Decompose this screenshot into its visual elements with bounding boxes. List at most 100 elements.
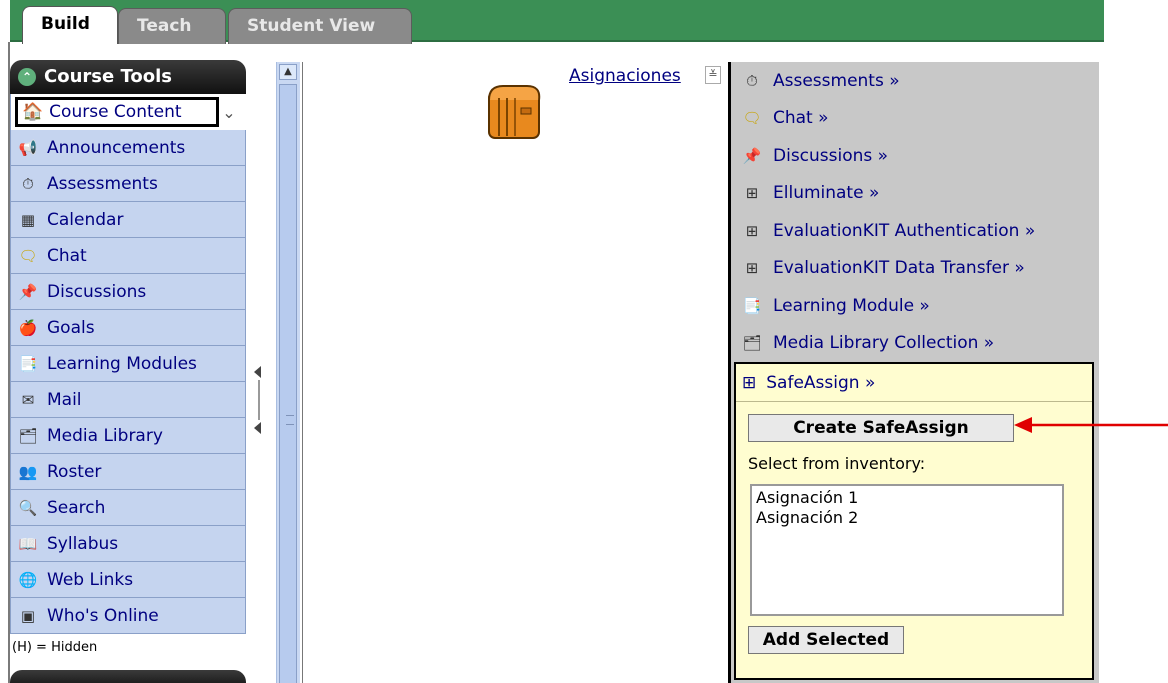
tab-student-view[interactable]: Student View (228, 8, 412, 44)
add-item-label: Discussions » (773, 145, 889, 166)
collapse-left-icon[interactable] (254, 366, 261, 378)
add-content-panel: ⏱ Assessments » 🗨 Chat » 📌 Discussions »… (731, 62, 1099, 683)
add-item-discussions[interactable]: 📌 Discussions » (731, 137, 1099, 175)
course-tools-header[interactable]: ⌃ Course Tools (10, 60, 246, 94)
sidebar-item-media-library[interactable]: 🗂 Media Library (10, 418, 246, 454)
sidebar-item-label: Media Library (47, 425, 163, 446)
add-item-label: Assessments » (773, 70, 900, 91)
panel-collapse-control[interactable] (254, 362, 266, 382)
course-content-label: Course Content (49, 102, 182, 122)
add-item-label: Media Library Collection » (773, 333, 995, 354)
sidebar-item-label: Web Links (47, 569, 134, 590)
add-item-label: Chat » (773, 108, 829, 129)
tab-bar-edge (0, 0, 10, 42)
next-section-header[interactable] (10, 670, 246, 683)
sidebar-item-chat[interactable]: 🗨 Chat (10, 238, 246, 274)
course-content-row: 🏠 Course Content ⌄ (10, 94, 246, 130)
add-item-label: EvaluationKIT Data Transfer » (773, 258, 1025, 279)
announcements-icon: 📢 (18, 138, 38, 157)
sidebar-item-calendar[interactable]: ▦ Calendar (10, 202, 246, 238)
chevron-down-icon[interactable]: ⌄ (219, 103, 239, 122)
tab-build[interactable]: Build (22, 6, 118, 44)
folder-icon[interactable] (483, 78, 547, 142)
add-item-chat[interactable]: 🗨 Chat » (731, 100, 1099, 138)
chat-icon: 🗨 (18, 246, 38, 265)
folder-menu-icon[interactable]: ≚ (705, 66, 721, 84)
sidebar-item-label: Who's Online (47, 605, 159, 626)
mail-icon: ✉ (21, 390, 35, 409)
add-selected-button[interactable]: Add Selected (748, 626, 904, 654)
course-tools-title: Course Tools (44, 66, 172, 87)
collapse-up-icon[interactable]: ⌃ (18, 68, 36, 86)
add-item-evaluationkit-data-transfer[interactable]: ⊞ EvaluationKIT Data Transfer » (731, 250, 1099, 288)
calendar-icon: ▦ (20, 210, 36, 229)
safeassign-title: SafeAssign » (766, 372, 876, 393)
learning-modules-icon: 📑 (18, 354, 38, 373)
sidebar-item-roster[interactable]: 👥 Roster (10, 454, 246, 490)
add-item-assessments[interactable]: ⏱ Assessments » (731, 62, 1099, 100)
tab-bar: Build Teach Student View (0, 0, 1104, 44)
add-item-label: EvaluationKIT Authentication » (773, 220, 1036, 241)
add-item-evaluationkit-authentication[interactable]: ⊞ EvaluationKIT Authentication » (731, 212, 1099, 250)
home-icon: 🏠 (22, 102, 44, 122)
inventory-option[interactable]: Asignación 2 (756, 508, 1058, 528)
assessments-icon: ⏱ (746, 71, 758, 90)
roster-icon: 👥 (18, 462, 38, 481)
collapse-arrows-lower[interactable] (254, 418, 261, 438)
tool-plugin-icon: ⊞ (745, 221, 759, 240)
course-content-area: Asignaciones ≚ (302, 62, 728, 683)
syllabus-icon: 📖 (18, 534, 38, 553)
folder-link-asignaciones[interactable]: Asignaciones (569, 66, 681, 86)
course-content-selected[interactable]: 🏠 Course Content (15, 97, 219, 127)
sidebar-item-label: Roster (47, 461, 102, 482)
sidebar-item-label: Calendar (47, 209, 124, 230)
add-item-learning-module[interactable]: 📑 Learning Module » (731, 287, 1099, 325)
sidebar-item-announcements[interactable]: 📢 Announcements (10, 130, 246, 166)
sidebar-item-label: Assessments (47, 173, 158, 194)
add-item-label: Elluminate » (773, 183, 880, 204)
tool-plugin-icon: ⊞ (745, 259, 759, 278)
learning-modules-icon: 📑 (742, 296, 762, 315)
scroll-grip-icon (286, 415, 294, 425)
vertical-scrollbar[interactable]: ▲ (276, 62, 300, 683)
sidebar-item-goals[interactable]: 🍎 Goals (10, 310, 246, 346)
safeassign-header[interactable]: ⊞ SafeAssign » (736, 364, 1092, 402)
select-inventory-label: Select from inventory: (748, 454, 926, 473)
sidebar-item-label: Goals (47, 317, 95, 338)
sidebar-item-label: Discussions (47, 281, 147, 302)
sidebar-item-discussions[interactable]: 📌 Discussions (10, 274, 246, 310)
sidebar-item-label: Announcements (47, 137, 186, 158)
discussions-icon: 📌 (742, 146, 762, 165)
add-item-elluminate[interactable]: ⊞ Elluminate » (731, 175, 1099, 213)
course-tools-sidebar: ⌃ Course Tools 🏠 Course Content ⌄ 📢 Anno… (10, 60, 246, 655)
tool-plugin-icon: ⊞ (745, 184, 759, 203)
scroll-up-icon[interactable]: ▲ (279, 64, 297, 80)
sidebar-item-web-links[interactable]: 🌐 Web Links (10, 562, 246, 598)
tool-plugin-icon: ⊞ (742, 372, 757, 393)
whos-online-icon: ▣ (20, 606, 36, 625)
media-library-icon: 🗂 (18, 426, 38, 445)
inventory-option[interactable]: Asignación 1 (756, 488, 1058, 508)
scroll-thumb[interactable] (279, 84, 297, 683)
sidebar-item-assessments[interactable]: ⏱ Assessments (10, 166, 246, 202)
add-item-media-library-collection[interactable]: 🗂 Media Library Collection » (731, 325, 1099, 363)
sidebar-item-syllabus[interactable]: 📖 Syllabus (10, 526, 246, 562)
media-library-icon: 🗂 (742, 334, 762, 353)
tab-teach[interactable]: Teach (118, 8, 226, 44)
collapse-left-icon[interactable] (254, 422, 261, 434)
sidebar-item-label: Search (47, 497, 106, 518)
sidebar-item-label: Learning Modules (47, 353, 197, 374)
inventory-listbox[interactable]: Asignación 1 Asignación 2 (750, 484, 1064, 616)
annotation-arrow-icon (1014, 417, 1168, 433)
sidebar-item-whos-online[interactable]: ▣ Who's Online (10, 598, 246, 634)
sidebar-item-learning-modules[interactable]: 📑 Learning Modules (10, 346, 246, 382)
search-icon: 🔍 (18, 498, 38, 517)
web-links-icon: 🌐 (18, 570, 38, 589)
panel-splitter[interactable] (258, 380, 260, 420)
goals-icon: 🍎 (18, 318, 38, 337)
sidebar-item-label: Chat (47, 245, 87, 266)
create-safeassign-button[interactable]: Create SafeAssign (748, 414, 1014, 442)
sidebar-item-search[interactable]: 🔍 Search (10, 490, 246, 526)
sidebar-item-mail[interactable]: ✉ Mail (10, 382, 246, 418)
assessments-icon: ⏱ (22, 174, 34, 193)
